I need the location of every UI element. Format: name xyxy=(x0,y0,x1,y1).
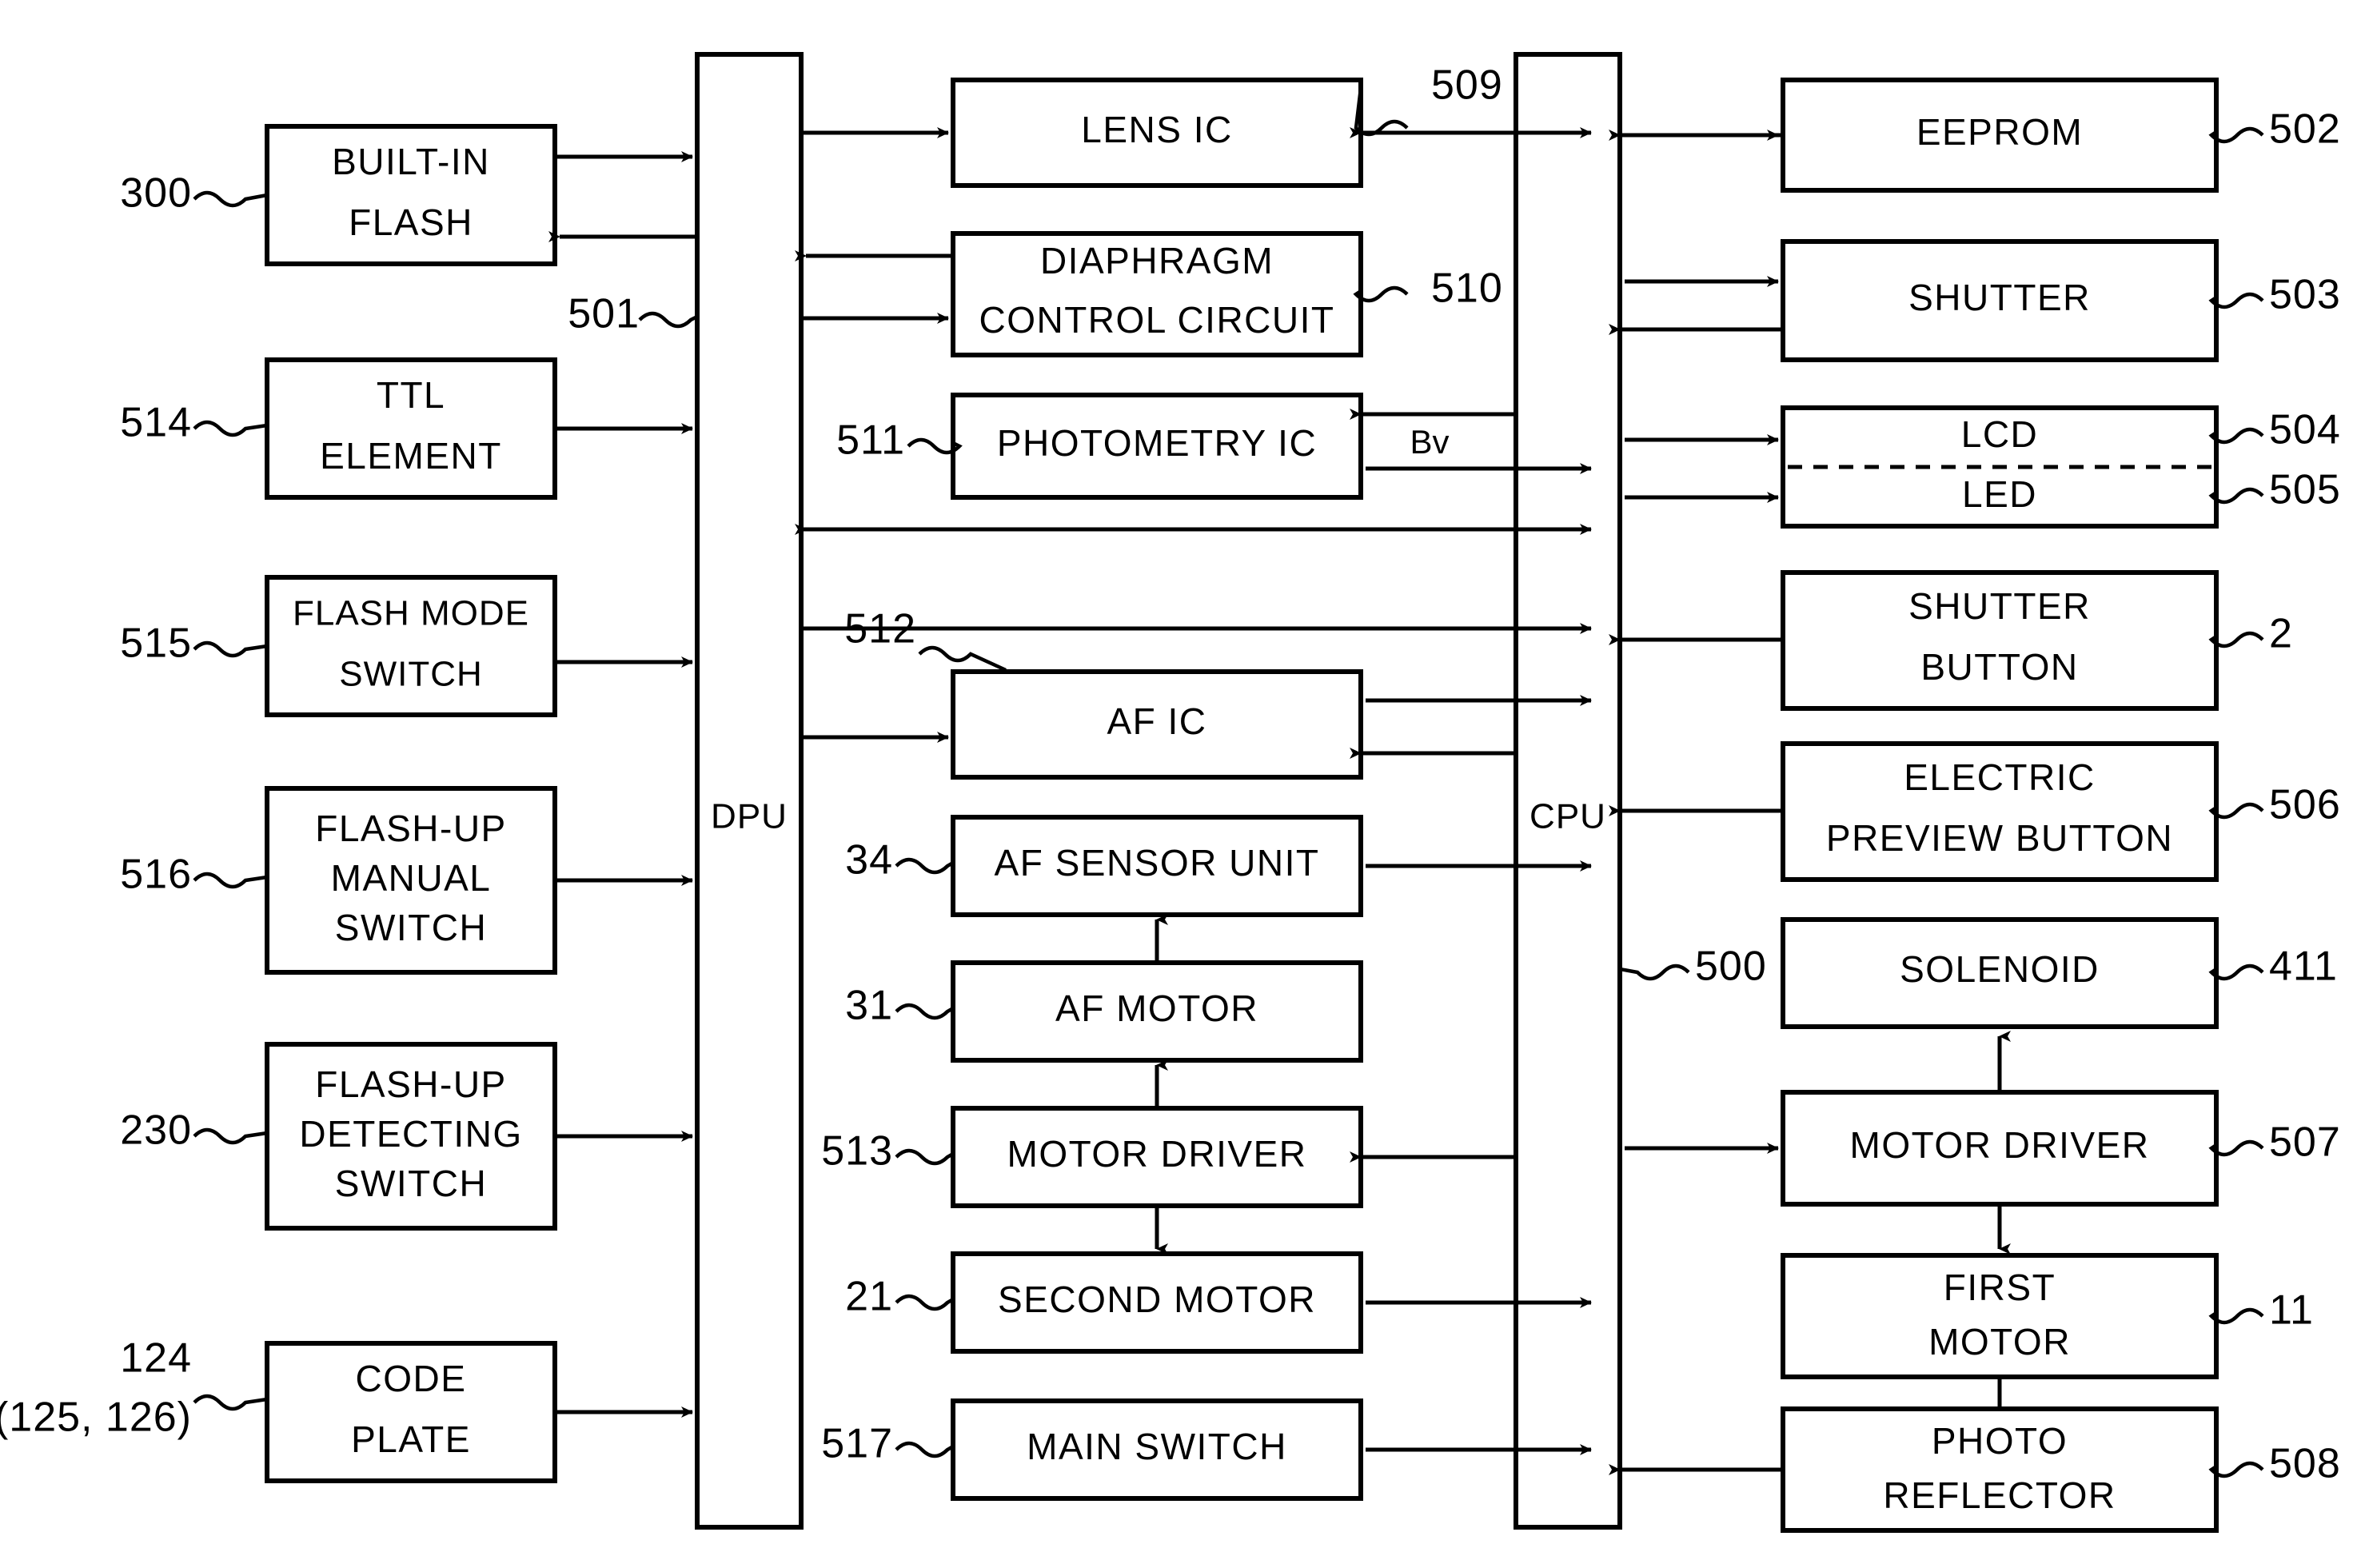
ref-515: 515 xyxy=(120,620,192,667)
leader-503 xyxy=(2208,292,2264,309)
leader-501 xyxy=(638,311,699,329)
photometry-ic-label: PHOTOMETRY IC xyxy=(997,422,1317,464)
leader-516 xyxy=(193,872,268,889)
lcd-label: LCD xyxy=(1961,413,2039,455)
ref-507: 507 xyxy=(2269,1119,2341,1166)
ref-34: 34 xyxy=(845,837,893,884)
ref-502: 502 xyxy=(2269,106,2341,153)
ref-516: 516 xyxy=(120,852,192,898)
main-switch-label: MAIN SWITCH xyxy=(1027,1426,1287,1467)
leader-513 xyxy=(895,1148,955,1166)
ref-514: 514 xyxy=(120,400,192,446)
leader-510 xyxy=(1353,285,1409,303)
ref-11: 11 xyxy=(2269,1287,2314,1334)
leader-500 xyxy=(1619,964,1690,981)
first-motor-line1: FIRST xyxy=(1944,1267,2056,1308)
ref-510: 510 xyxy=(1431,265,1503,312)
motor-driver-main-label: MOTOR DRIVER xyxy=(1850,1124,2150,1166)
leader-411 xyxy=(2208,964,2264,981)
dpu-label: DPU xyxy=(711,797,788,836)
diagram-canvas: DPU CPU 501 500 BUILT-IN FLASH 300 TTL E… xyxy=(0,52,2341,1533)
bv-signal-label: Bv xyxy=(1410,423,1449,461)
leader-21 xyxy=(895,1294,955,1311)
flash-up-manual-line3: SWITCH xyxy=(335,907,487,948)
leader-517 xyxy=(895,1441,955,1458)
leader-505 xyxy=(2208,487,2264,505)
ref-501: 501 xyxy=(568,291,640,337)
diaphragm-line1: DIAPHRAGM xyxy=(1040,240,1274,281)
leader-508 xyxy=(2208,1461,2264,1478)
shutter-button-line1: SHUTTER xyxy=(1908,585,2091,627)
leader-34 xyxy=(895,857,955,875)
flash-up-manual-line2: MANUAL xyxy=(331,857,492,899)
ref-506: 506 xyxy=(2269,782,2341,828)
ref-508: 508 xyxy=(2269,1441,2341,1487)
cpu-bar xyxy=(1514,52,1622,1530)
ref-509: 509 xyxy=(1431,62,1503,109)
cpu-label: CPU xyxy=(1529,797,1606,836)
leader-502 xyxy=(2208,126,2264,144)
built-in-flash-line1: BUILT-IN xyxy=(332,141,490,182)
leader-11 xyxy=(2208,1307,2264,1325)
leader-507 xyxy=(2208,1139,2264,1157)
ref-230: 230 xyxy=(120,1107,192,1154)
ref-511: 511 xyxy=(836,417,905,464)
ref-124-extra: (125, 126) xyxy=(0,1394,192,1441)
ref-504: 504 xyxy=(2269,407,2341,453)
flash-up-detect-line2: DETECTING xyxy=(299,1113,522,1155)
shutter-label: SHUTTER xyxy=(1908,277,2091,318)
second-motor-label: SECOND MOTOR xyxy=(998,1279,1316,1320)
leader-504 xyxy=(2208,427,2264,445)
first-motor-line2: MOTOR xyxy=(1928,1321,2071,1363)
af-ic-label: AF IC xyxy=(1107,700,1206,742)
motor-driver-af-label: MOTOR DRIVER xyxy=(1007,1133,1307,1175)
ref-517: 517 xyxy=(821,1421,893,1467)
diaphragm-line2: CONTROL CIRCUIT xyxy=(979,299,1334,341)
ref-31: 31 xyxy=(845,983,893,1029)
code-plate-line1: CODE xyxy=(356,1358,467,1399)
ref-21: 21 xyxy=(845,1274,893,1320)
solenoid-label: SOLENOID xyxy=(1900,948,2100,990)
leader-506 xyxy=(2208,802,2264,820)
af-sensor-unit-label: AF SENSOR UNIT xyxy=(995,842,1320,884)
flash-mode-switch-line2: SWITCH xyxy=(339,655,483,694)
ttl-element-line1: TTL xyxy=(377,374,445,416)
ref-512: 512 xyxy=(844,606,916,652)
eeprom-label: EEPROM xyxy=(1916,111,2083,153)
preview-button-line2: PREVIEW BUTTON xyxy=(1826,817,2173,859)
ref-124: 124 xyxy=(120,1335,192,1382)
leader-515 xyxy=(193,640,268,658)
leader-509 xyxy=(1354,87,1409,137)
built-in-flash-line2: FLASH xyxy=(349,201,473,243)
leader-512 xyxy=(918,645,1007,672)
flash-up-manual-line1: FLASH-UP xyxy=(315,808,506,849)
ttl-element-line2: ELEMENT xyxy=(320,435,502,477)
leader-514 xyxy=(193,420,268,437)
ref-513: 513 xyxy=(821,1128,893,1175)
shutter-button-line2: BUTTON xyxy=(1920,646,2078,688)
photo-reflector-line2: REFLECTOR xyxy=(1883,1474,2116,1516)
af-motor-label: AF MOTOR xyxy=(1055,987,1258,1029)
leader-31 xyxy=(895,1003,955,1020)
ref-500: 500 xyxy=(1695,944,1767,990)
code-plate-line2: PLATE xyxy=(351,1418,471,1460)
leader-300 xyxy=(193,190,268,208)
flash-mode-switch-line1: FLASH MODE xyxy=(293,594,529,633)
dpu-bar xyxy=(695,52,804,1530)
patent-block-diagram: DPU CPU 501 500 BUILT-IN FLASH 300 TTL E… xyxy=(0,0,2373,1568)
ref-2: 2 xyxy=(2269,611,2293,657)
ref-505: 505 xyxy=(2269,467,2341,513)
leader-124 xyxy=(193,1394,268,1411)
ref-411: 411 xyxy=(2269,944,2338,990)
leader-230 xyxy=(193,1127,268,1145)
ref-503: 503 xyxy=(2269,272,2341,318)
flash-up-detect-line1: FLASH-UP xyxy=(315,1063,506,1105)
flash-up-detect-line3: SWITCH xyxy=(335,1163,487,1204)
preview-button-line1: ELECTRIC xyxy=(1904,756,2095,798)
leader-2 xyxy=(2208,631,2264,648)
ref-300: 300 xyxy=(120,170,192,217)
photo-reflector-line1: PHOTO xyxy=(1932,1420,2068,1462)
led-label: LED xyxy=(1962,473,2037,515)
lens-ic-label: LENS IC xyxy=(1081,109,1232,150)
